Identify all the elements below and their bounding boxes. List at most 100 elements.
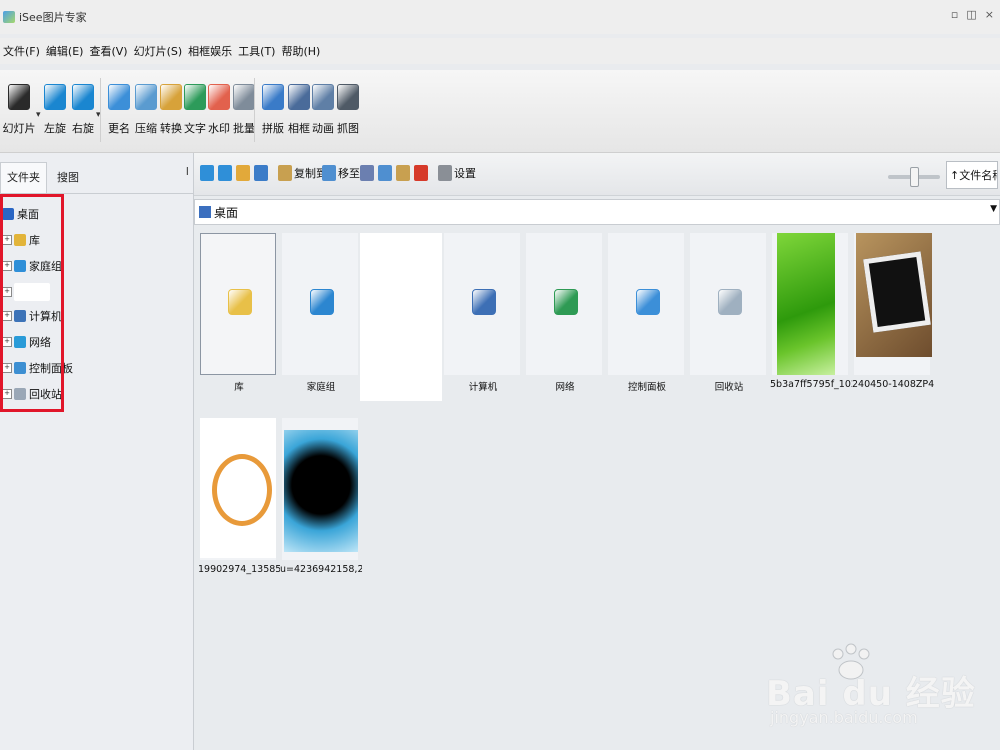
rotate-left-icon — [44, 84, 66, 110]
compress-icon — [135, 84, 157, 110]
delete-icon — [414, 165, 428, 181]
pin-icon[interactable]: Ⅰ — [186, 165, 189, 178]
toolbar-button-rotate-right[interactable]: 右旋 — [68, 84, 98, 136]
thumbnail-item[interactable]: 家庭组 — [282, 233, 358, 393]
window-title: iSee图片专家 — [19, 11, 87, 24]
forward-icon — [218, 165, 232, 181]
forward-button[interactable] — [218, 165, 234, 181]
toolbar-button-label: 相框 — [288, 122, 310, 135]
refresh-icon — [254, 165, 268, 181]
tab-folders[interactable]: 文件夹 — [0, 162, 47, 193]
menu-item[interactable]: 帮助(H) — [281, 43, 320, 59]
thumbnail-item[interactable]: 5b3a7ff5795f_1024... — [770, 233, 852, 390]
cut-icon — [360, 165, 374, 181]
thumbnail-item[interactable]: 网络 — [526, 233, 602, 393]
chevron-down-icon[interactable]: ▼ — [990, 204, 997, 214]
settings-button[interactable]: 设置 — [438, 165, 476, 181]
thumbnail-caption: 回收站 — [714, 382, 744, 393]
toolbar-button-label: 右旋 — [72, 122, 94, 135]
close-button[interactable]: × — [985, 8, 994, 21]
paste-button[interactable] — [396, 165, 412, 181]
refresh-button[interactable] — [254, 165, 270, 181]
photo-thumbnail — [777, 233, 835, 375]
thumbnail-item[interactable]: 19902974_135858226... — [198, 418, 280, 575]
app-icon — [3, 11, 15, 23]
item-icon — [554, 289, 578, 315]
tablet-shape — [863, 251, 931, 333]
photo-thumbnail — [200, 418, 276, 558]
toolbar-button-rotate-left[interactable]: 左旋 — [40, 84, 70, 136]
thumbnail-item[interactable]: 控制面板 — [608, 233, 684, 393]
circle-frame-shape — [212, 454, 272, 526]
toolbar-separator — [100, 78, 101, 142]
dropdown-caret-icon[interactable]: ▾ — [36, 110, 41, 120]
thumbnail-caption: 控制面板 — [627, 382, 666, 393]
item-icon — [310, 289, 334, 315]
item-icon — [228, 289, 252, 315]
sort-select[interactable]: ↑文件名称 — [946, 161, 998, 189]
zoom-slider-thumb[interactable] — [910, 167, 919, 187]
thumbnail-item[interactable]: 240450-1408ZP45790... — [852, 233, 934, 390]
toolbar-button-label: 拼版 — [262, 122, 284, 135]
up-folder-button[interactable] — [236, 165, 252, 181]
window-controls: ▫ ◫ × — [951, 8, 994, 21]
menu-item[interactable]: 工具(T) — [238, 43, 275, 59]
toolbar-button-label: 文字 — [184, 122, 206, 135]
toolbar-separator — [254, 78, 255, 142]
menu-item[interactable]: 编辑(E) — [46, 43, 84, 59]
menu-item[interactable]: 查看(V) — [89, 43, 127, 59]
thumbnail-caption: 库 — [234, 382, 244, 393]
menu-bar: 文件(F) 编辑(E) 查看(V) 幻灯片(S) 相框娱乐 工具(T) 帮助(H) — [0, 38, 1000, 64]
cut-button[interactable] — [360, 165, 376, 181]
item-icon — [718, 289, 742, 315]
menu-item[interactable]: 相框娱乐 — [188, 43, 232, 59]
thumbnail-item[interactable] — [360, 233, 442, 401]
back-button[interactable] — [200, 165, 216, 181]
thumbnail-caption: 240450-1408ZP45790... — [852, 379, 934, 390]
move-to-button[interactable]: 移至 — [322, 165, 360, 181]
toolbar-button-label: 抓图 — [337, 122, 359, 135]
browser-toolbar: ↑文件名称 复制到 移至 设置 — [194, 153, 1000, 196]
copy-to-button[interactable]: 复制到 — [278, 165, 327, 181]
toolbar-button-slideshow[interactable]: 幻灯片 — [3, 84, 36, 136]
thumbnail-item[interactable]: u=4236942158,23076... — [280, 418, 362, 575]
thumbnail-item[interactable]: 回收站 — [690, 233, 766, 393]
path-bar[interactable]: 桌面 ▼ — [194, 199, 1000, 225]
paste-icon — [396, 165, 410, 181]
item-icon — [472, 289, 496, 315]
delete-button[interactable] — [414, 165, 430, 181]
restore-button[interactable]: ◫ — [966, 8, 976, 21]
toolbar-button-rename[interactable]: 更名 — [104, 84, 134, 136]
toolbar-button-label: 更名 — [108, 122, 130, 135]
thumbnail-caption: 19902974_135858226... — [198, 564, 280, 575]
thumbnail-caption: 5b3a7ff5795f_1024... — [770, 379, 852, 390]
photo-thumbnail — [856, 233, 932, 357]
annotation-highlight-box — [0, 194, 64, 412]
toolbar-button-label: 水印 — [208, 122, 230, 135]
thumbnail-item[interactable]: 计算机 — [444, 233, 520, 393]
photo-thumbnail — [284, 430, 358, 552]
watermark-icon — [208, 84, 230, 110]
tab-search-images[interactable]: 搜图 — [51, 163, 85, 193]
settings-label: 设置 — [454, 167, 476, 180]
watermark-sub: jingyan.baidu.com — [770, 708, 918, 727]
animation-icon — [312, 84, 334, 110]
move-to-icon — [322, 165, 336, 181]
thumbnail-caption: 网络 — [555, 382, 575, 393]
frame-icon — [288, 84, 310, 110]
menu-item[interactable]: 幻灯片(S) — [134, 43, 183, 59]
menu-item[interactable]: 文件(F) — [3, 43, 40, 59]
toolbar-button-capture[interactable]: 抓图 — [333, 84, 363, 136]
thumbnail-item[interactable]: 库 — [200, 233, 276, 393]
capture-icon — [337, 84, 359, 110]
title-bar: iSee图片专家 ▫ ◫ × — [0, 0, 1000, 34]
text-icon — [184, 84, 206, 110]
minimize-button[interactable]: ▫ — [951, 8, 958, 21]
main-toolbar: 幻灯片 左旋 右旋 更名 压缩 转换 文字 水印 批量 拼版 相框 动画 抓图 ▾ ▾ — [0, 70, 1000, 153]
copy-button[interactable] — [378, 165, 394, 181]
thumbnail-box — [360, 233, 442, 401]
item-icon — [636, 289, 660, 315]
settings-icon — [438, 165, 452, 181]
back-icon — [200, 165, 214, 181]
collage-icon — [262, 84, 284, 110]
